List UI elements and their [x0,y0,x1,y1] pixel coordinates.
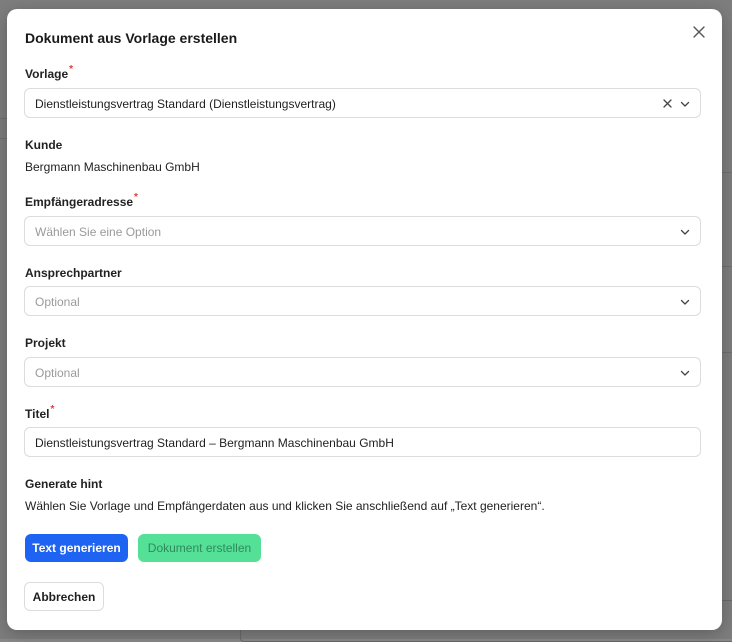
empfaenger-label-text: Empfängeradresse [25,195,134,209]
titel-input[interactable]: Dienstleistungsvertrag Standard – Bergma… [24,427,701,457]
projekt-label: Projekt [25,336,66,350]
kunde-label: Kunde [25,138,63,152]
titel-label: Titel* [25,404,55,421]
projekt-select[interactable]: Optional [24,357,701,387]
titel-label-text: Titel [25,407,50,421]
required-marker: * [50,404,55,415]
ansprechpartner-placeholder: Optional [35,295,80,309]
required-marker: * [134,192,138,203]
chevron-down-icon[interactable] [679,98,691,110]
background-divider [722,172,732,173]
chevron-down-icon[interactable] [679,296,691,308]
vorlage-label: Vorlage* [25,64,74,81]
dialog-title: Dokument aus Vorlage erstellen [25,30,238,46]
chevron-down-icon[interactable] [679,367,691,379]
close-icon [693,26,705,38]
generate-text-button[interactable]: Text generieren [25,534,128,562]
generate-hint-text: Wählen Sie Vorlage und Empfängerdaten au… [25,499,545,513]
background-divider [722,352,732,353]
vorlage-select-value: Dienstleistungsvertrag Standard (Dienstl… [35,97,336,111]
empfaenger-placeholder: Wählen Sie eine Option [35,225,162,239]
create-document-dialog: Dokument aus Vorlage erstellen Vorlage* … [7,9,722,630]
empfaenger-select[interactable]: Wählen Sie eine Option [24,216,701,246]
empfaenger-label: Empfängeradresse* [25,192,138,209]
clear-icon[interactable] [662,98,673,109]
generate-hint-label: Generate hint [25,477,103,491]
background-divider [722,266,732,267]
ansprechpartner-select[interactable]: Optional [24,286,701,316]
projekt-placeholder: Optional [35,366,80,380]
titel-input-value: Dienstleistungsvertrag Standard – Bergma… [35,436,394,450]
close-button[interactable] [690,23,708,41]
create-document-button[interactable]: Dokument erstellen [138,534,261,562]
kunde-value: Bergmann Maschinenbau GmbH [25,160,200,174]
cancel-button[interactable]: Abbrechen [24,582,104,611]
required-marker: * [69,64,74,75]
ansprechpartner-label: Ansprechpartner [25,266,122,280]
chevron-down-icon[interactable] [679,226,691,238]
vorlage-label-text: Vorlage [25,67,69,81]
vorlage-select[interactable]: Dienstleistungsvertrag Standard (Dienstl… [24,88,701,118]
